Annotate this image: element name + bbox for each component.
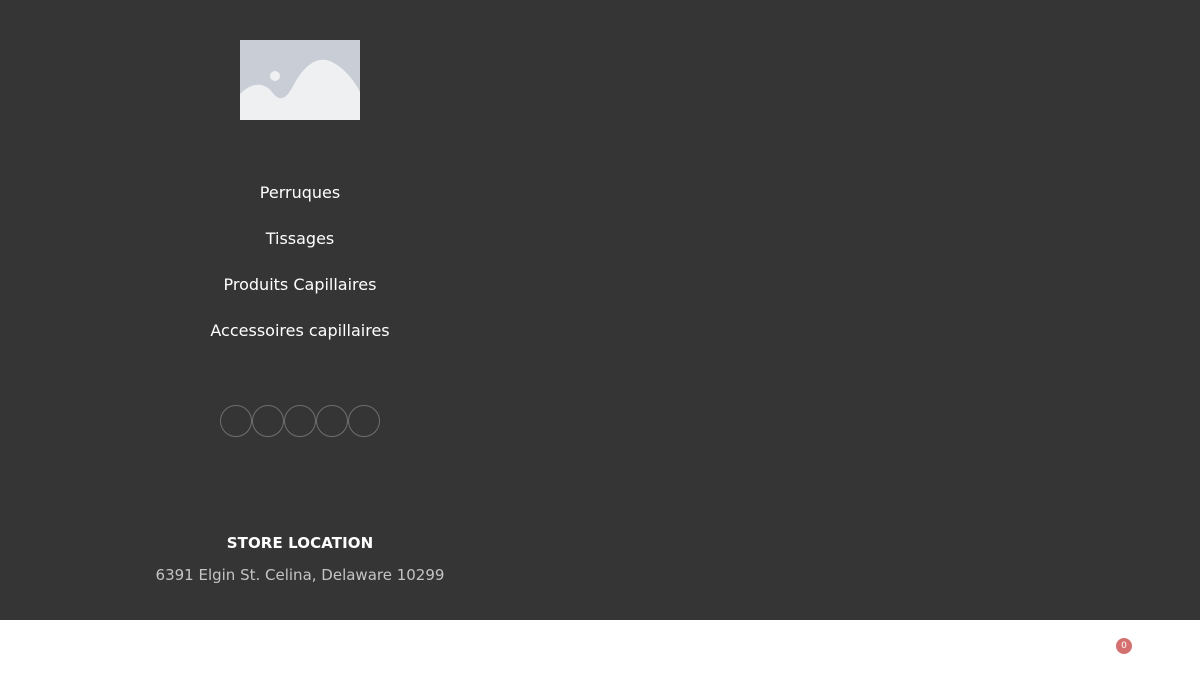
social-icon-3[interactable]: [284, 405, 316, 437]
nav-item-accessoires-capillaires: Accessoires capillaires: [100, 308, 500, 354]
cart-count-badge[interactable]: 0: [1116, 638, 1132, 654]
social-icon-1[interactable]: [220, 405, 252, 437]
nav-link-accessoires-capillaires[interactable]: Accessoires capillaires: [210, 321, 389, 340]
social-icon-5[interactable]: [348, 405, 380, 437]
social-icon-2[interactable]: [252, 405, 284, 437]
nav-item-produits-capillaires: Produits Capillaires: [100, 262, 500, 308]
nav-item-tissages: Tissages: [100, 216, 500, 262]
nav-link-perruques[interactable]: Perruques: [260, 183, 340, 202]
site-footer: Perruques Tissages Produits Capillaires …: [0, 0, 1200, 620]
store-location-heading: STORE LOCATION: [226, 534, 374, 552]
nav-link-tissages[interactable]: Tissages: [266, 229, 335, 248]
footer-nav: Perruques Tissages Produits Capillaires …: [100, 170, 500, 354]
bottom-bar: [0, 620, 1200, 698]
social-links: [220, 405, 380, 437]
nav-link-produits-capillaires[interactable]: Produits Capillaires: [224, 275, 377, 294]
social-icon-4[interactable]: [316, 405, 348, 437]
store-address: 6391 Elgin St. Celina, Delaware 10299: [155, 566, 445, 584]
logo-placeholder-icon[interactable]: [240, 40, 360, 120]
nav-item-perruques: Perruques: [100, 170, 500, 216]
